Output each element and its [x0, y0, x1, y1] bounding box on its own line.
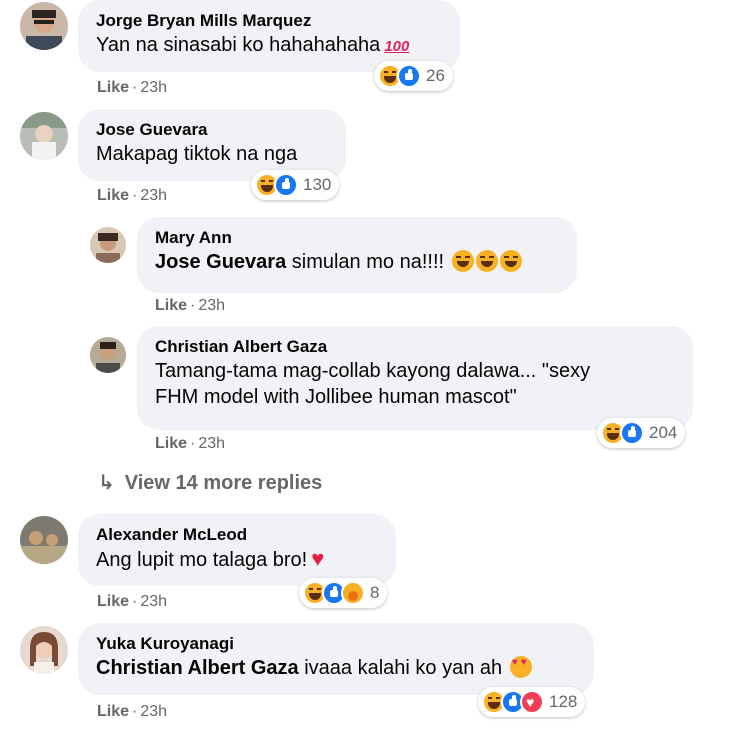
comment-meta: Like · 23h: [155, 297, 226, 314]
comment-meta: Like · 23h: [97, 187, 168, 204]
comment-time[interactable]: 23h: [140, 593, 167, 610]
comment-time[interactable]: 23h: [198, 297, 225, 314]
view-more-label: View 14 more replies: [124, 472, 323, 494]
reaction-summary[interactable]: 204: [597, 418, 686, 448]
comment-text: Makapag tiktok na nga: [96, 143, 298, 165]
heart-eyes-emoji-icon: [509, 656, 532, 678]
like-reaction-icon: [397, 64, 421, 88]
comment-time[interactable]: 23h: [140, 187, 167, 204]
reaction-count: 130: [303, 175, 332, 194]
comment-bubble: Yuka Kuroyanagi Christian Albert Gaza iv…: [78, 623, 594, 695]
comment-time[interactable]: 23h: [140, 79, 167, 96]
red-heart-icon: ♥: [311, 546, 325, 571]
comment-meta: Like · 23h: [97, 703, 168, 720]
comments-section: Jorge Bryan Mills Marquez Yan na sinasab…: [0, 0, 750, 736]
like-reaction-icon: [620, 421, 644, 445]
comment-text: Ang lupit mo talaga bro! ♥: [96, 546, 378, 573]
care-reaction-icon: [341, 581, 365, 605]
like-reaction-icon: [274, 173, 298, 197]
laughing-emoji-icon: [451, 250, 474, 272]
avatar[interactable]: [20, 112, 68, 160]
reaction-count: 26: [426, 66, 445, 85]
comment-author[interactable]: Alexander McLeod: [96, 524, 378, 546]
comment-author[interactable]: Jorge Bryan Mills Marquez: [96, 10, 442, 32]
love-reaction-icon: [520, 690, 544, 714]
comment-text-body: ivaaa kalahi ko yan ah: [304, 657, 503, 679]
comment-author[interactable]: Mary Ann: [155, 227, 559, 249]
avatar[interactable]: [20, 626, 68, 674]
comment-time[interactable]: 23h: [198, 435, 225, 452]
like-button[interactable]: Like: [97, 593, 129, 610]
comment-text: Yan na sinasabi ko hahahahaha 100: [96, 32, 442, 60]
avatar[interactable]: [90, 337, 126, 373]
reaction-count: 128: [549, 692, 578, 711]
comment-bubble: Alexander McLeod Ang lupit mo talaga bro…: [78, 514, 396, 586]
comment-meta: Like · 23h: [97, 593, 168, 610]
reaction-summary[interactable]: 130: [251, 170, 340, 200]
reply-bubble: Christian Albert Gaza Tamang-tama mag-co…: [137, 326, 693, 430]
comment-text: Tamang-tama mag-collab kayong dalawa... …: [155, 360, 591, 382]
laughing-emoji-icon: [475, 250, 498, 272]
avatar[interactable]: [90, 227, 126, 263]
comment-author[interactable]: Yuka Kuroyanagi: [96, 633, 576, 655]
comment-text-body: Ang lupit mo talaga bro!: [96, 549, 308, 571]
reaction-summary[interactable]: 8: [299, 578, 388, 608]
reaction-summary[interactable]: 26: [374, 61, 453, 91]
like-button[interactable]: Like: [97, 703, 129, 720]
comment-meta: Like · 23h: [155, 435, 226, 452]
like-button[interactable]: Like: [97, 79, 129, 96]
reaction-count: 8: [370, 583, 380, 602]
comment-author[interactable]: Christian Albert Gaza: [155, 336, 675, 358]
comment-text: Christian Albert Gaza ivaaa kalahi ko ya…: [96, 655, 576, 681]
comment-text: FHM model with Jollibee human mascot": [155, 386, 517, 408]
like-button[interactable]: Like: [155, 297, 187, 314]
reaction-summary[interactable]: 128: [478, 687, 586, 717]
reaction-count: 204: [649, 423, 678, 442]
mention-link[interactable]: Jose Guevara: [155, 251, 286, 273]
view-more-replies-link[interactable]: ↳ View 14 more replies: [98, 470, 322, 495]
comment-time[interactable]: 23h: [140, 703, 167, 720]
comment-text-body: simulan mo na!!!!: [291, 251, 445, 273]
comment-text-body: Yan na sinasabi ko hahahahaha: [96, 34, 381, 56]
mention-link[interactable]: Christian Albert Gaza: [96, 657, 299, 679]
comment-text: Jose Guevara simulan mo na!!!!: [155, 249, 559, 275]
like-button[interactable]: Like: [155, 435, 187, 452]
comment-meta: Like · 23h: [97, 79, 168, 96]
like-button[interactable]: Like: [97, 187, 129, 204]
laughing-emoji-icon: [499, 250, 522, 272]
comment-author[interactable]: Jose Guevara: [96, 119, 328, 141]
avatar[interactable]: [20, 516, 68, 564]
hundred-points-icon: 100: [384, 38, 410, 55]
reply-bubble: Mary Ann Jose Guevara simulan mo na!!!!: [137, 217, 577, 293]
avatar[interactable]: [20, 2, 68, 50]
reply-arrow-icon: ↳: [98, 472, 115, 494]
